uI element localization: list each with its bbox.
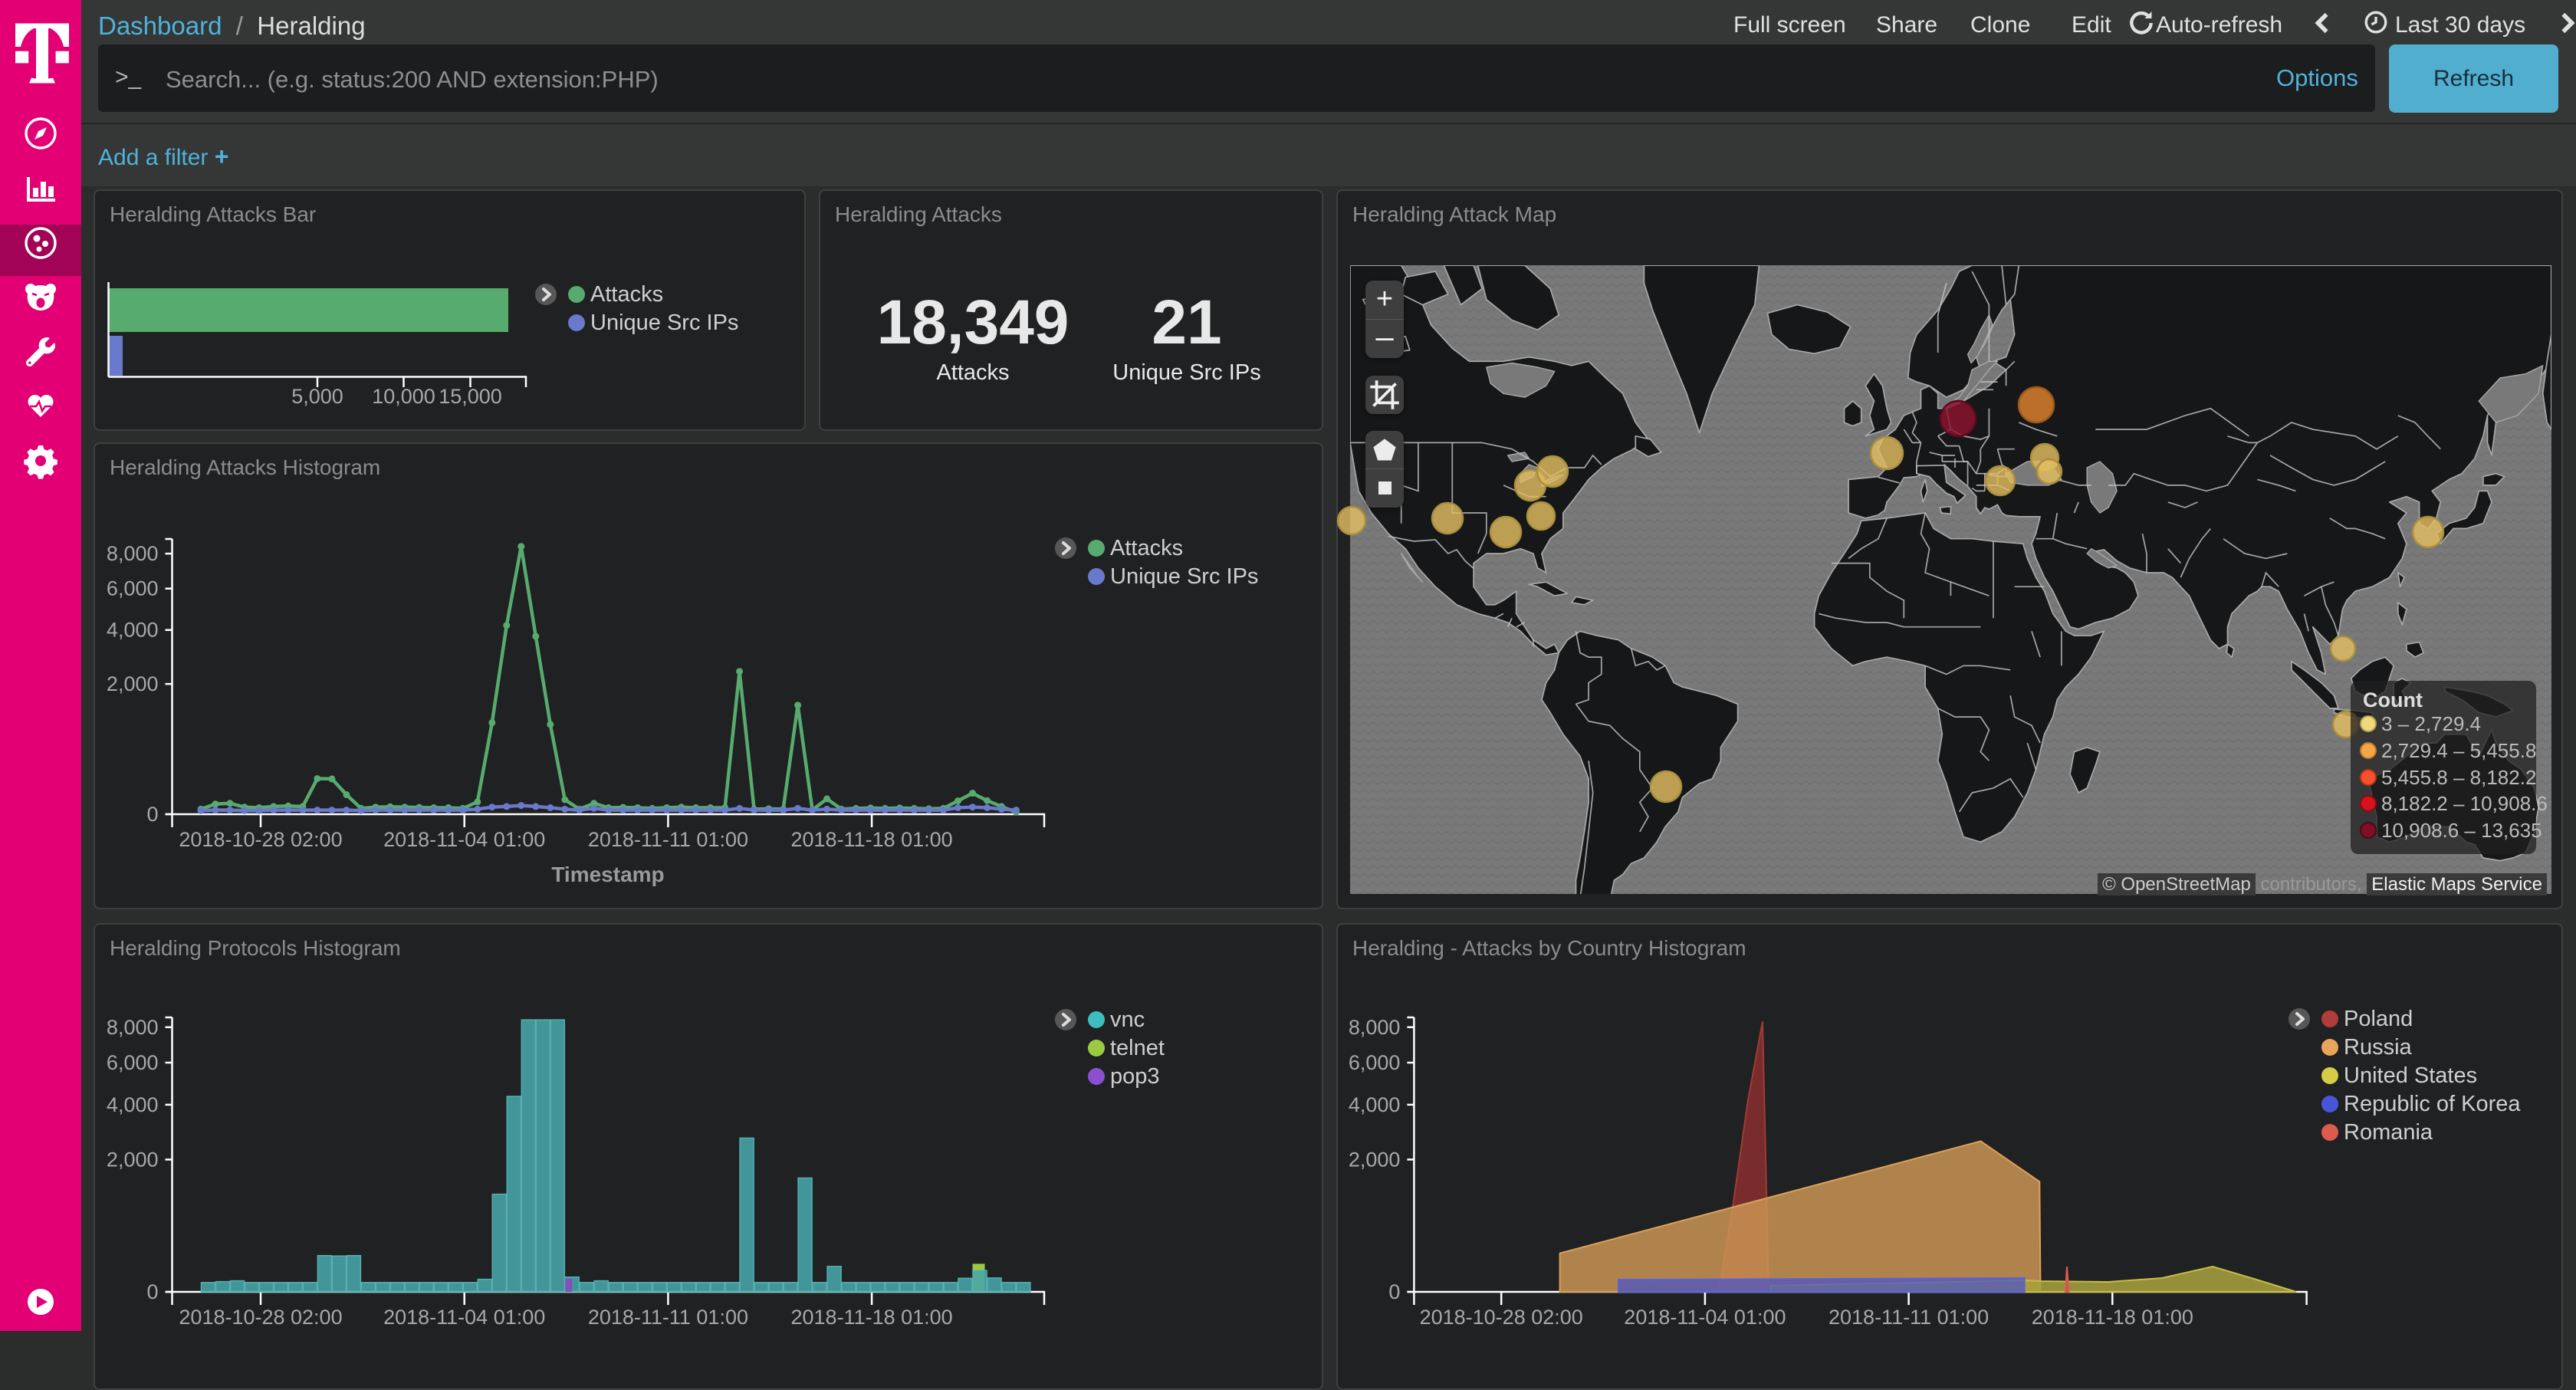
- svg-text:10,908.6 – 13,635: 10,908.6 – 13,635: [2381, 819, 2542, 842]
- svg-text:3 – 2,729.4: 3 – 2,729.4: [2381, 712, 2481, 735]
- svg-text:8,182.2 – 10,908.6: 8,182.2 – 10,908.6: [2381, 792, 2548, 815]
- svg-text:2,729.4 – 5,455.8: 2,729.4 – 5,455.8: [2381, 739, 2536, 762]
- svg-text:5,455.8 – 8,182.2: 5,455.8 – 8,182.2: [2381, 766, 2536, 789]
